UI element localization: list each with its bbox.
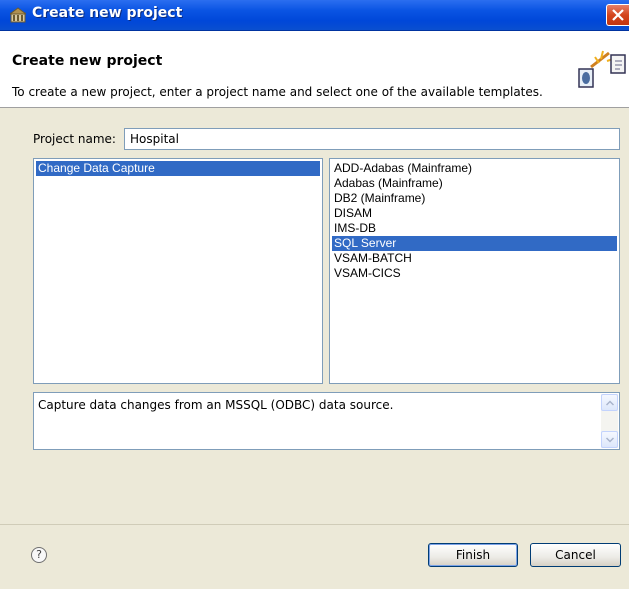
project-name-label: Project name: [33,132,116,146]
template-item-vsam-cics[interactable]: VSAM-CICS [332,266,617,281]
chevron-up-icon [606,400,614,406]
banner-heading: Create new project [12,53,163,69]
description-scrollbar[interactable] [601,394,618,448]
close-icon [612,9,624,21]
window-title: Create new project [32,5,183,21]
template-item-disam[interactable]: DISAM [332,206,617,221]
dialog-body: Project name: Change Data Capture ADD-Ad… [0,108,629,524]
help-icon[interactable]: ? [31,547,47,563]
create-project-dialog: Create new project Create new project To… [0,0,629,589]
template-item-db2[interactable]: DB2 (Mainframe) [332,191,617,206]
template-description-box: Capture data changes from an MSSQL (ODBC… [33,392,620,450]
chevron-down-icon [606,437,614,443]
template-item-add-adabas[interactable]: ADD-Adabas (Mainframe) [332,161,617,176]
wizard-banner: Create new project To create a new proje… [0,31,629,108]
dialog-footer: ? Finish Cancel [0,524,629,589]
template-item-sql-server[interactable]: SQL Server [332,236,617,251]
project-name-input[interactable] [124,128,620,150]
template-list[interactable]: ADD-Adabas (Mainframe) Adabas (Mainframe… [329,158,620,384]
scroll-down-button[interactable] [601,431,618,448]
template-item-ims-db[interactable]: IMS-DB [332,221,617,236]
banner-description: To create a new project, enter a project… [12,85,543,99]
title-bar[interactable]: Create new project [0,0,629,31]
template-item-adabas[interactable]: Adabas (Mainframe) [332,176,617,191]
template-description-text: Capture data changes from an MSSQL (ODBC… [38,398,394,412]
template-item-vsam-batch[interactable]: VSAM-BATCH [332,251,617,266]
wizard-banner-icon [575,47,629,93]
category-list[interactable]: Change Data Capture [33,158,323,384]
close-button[interactable] [606,4,629,26]
project-wizard-icon [8,7,28,23]
category-item-change-data-capture[interactable]: Change Data Capture [36,161,320,176]
finish-button[interactable]: Finish [428,543,518,567]
scroll-up-button[interactable] [601,394,618,411]
cancel-button[interactable]: Cancel [530,543,621,567]
